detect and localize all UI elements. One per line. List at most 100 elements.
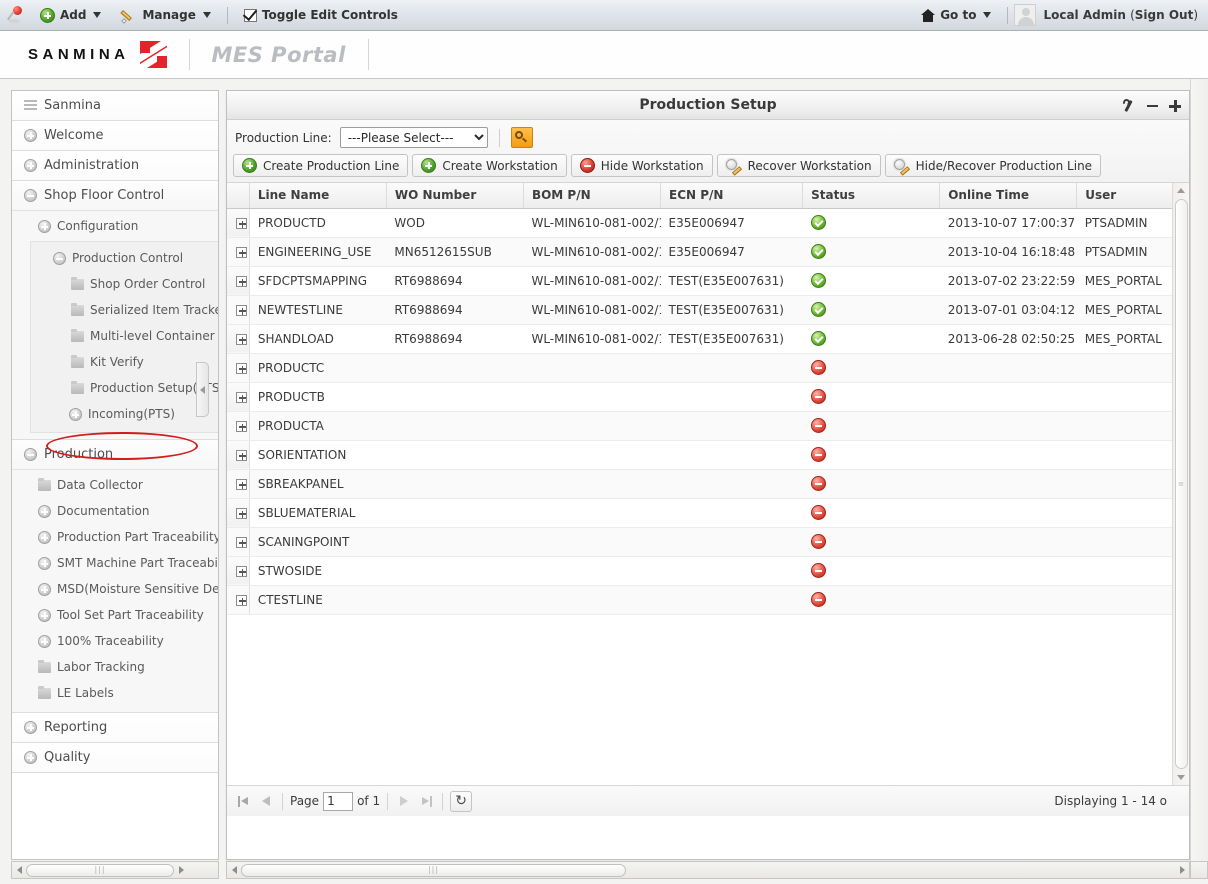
table-row[interactable]: STWOSIDE <box>227 556 1189 586</box>
prev-page-button[interactable] <box>257 792 275 810</box>
production-line-select[interactable]: ---Please Select--- <box>339 127 488 148</box>
goto-menu[interactable]: Go to <box>911 0 1001 30</box>
column-header-wo-number[interactable]: WO Number <box>386 183 524 209</box>
table-row[interactable]: PRODUCTB <box>227 382 1189 412</box>
create-production-line-button[interactable]: Create Production Line <box>233 154 409 177</box>
expand-plus-icon[interactable] <box>236 333 248 345</box>
table-row[interactable]: NEWTESTLINE RT6988694 WL-MIN610-081-002/12… <box>227 295 1189 325</box>
table-row[interactable]: PRODUCTC <box>227 353 1189 383</box>
hide-recover-production-line-button[interactable]: Hide/Recover Production Line <box>884 154 1102 177</box>
sidebar-group-sanmina[interactable]: Sanmina <box>12 91 218 121</box>
sidebar-group-reporting[interactable]: Reporting <box>12 713 218 743</box>
sidebar-item-documentation[interactable]: Documentation <box>12 498 218 524</box>
sidebar-item-incoming-pts[interactable]: Incoming(PTS) <box>31 401 218 427</box>
column-header-ecn-pn[interactable]: ECN P/N <box>660 183 804 209</box>
sidebar-item-smt-machine-part-traceability[interactable]: SMT Machine Part Traceabili <box>12 550 218 576</box>
table-row[interactable]: SHANDLOAD RT6988694 WL-MIN610-081-002/12 TE… <box>227 324 1189 354</box>
column-header-online-time[interactable]: Online Time <box>939 183 1078 209</box>
create-workstation-button[interactable]: Create Workstation <box>412 154 567 177</box>
row-expander-cell[interactable] <box>227 266 250 296</box>
sidebar-item-kit-verify[interactable]: Kit Verify <box>31 349 218 375</box>
expand-plus-icon[interactable] <box>236 478 248 490</box>
expand-plus-icon[interactable] <box>236 217 248 229</box>
scrollbar-thumb[interactable]: ||| <box>26 863 174 877</box>
sidebar-item-production-part-traceability[interactable]: Production Part Traceability <box>12 524 218 550</box>
sidebar-group-shop-floor-control[interactable]: Shop Floor Control Configuration Product… <box>12 181 218 440</box>
table-row[interactable]: SBLUEMATERIAL <box>227 498 1189 528</box>
sidebar-group-production[interactable]: Production Data Collector Documentation … <box>12 440 218 713</box>
sidebar-item-le-labels[interactable]: LE Labels <box>12 680 218 706</box>
sidebar-collapse-toggle[interactable] <box>196 362 209 417</box>
page-vertical-scrollbar[interactable] <box>1190 79 1208 861</box>
sidebar-item-multi-level-container-pack[interactable]: Multi-level Container Pack/ <box>31 323 218 349</box>
toggle-edit-controls[interactable]: Toggle Edit Controls <box>234 0 408 30</box>
row-expander-cell[interactable] <box>227 527 250 557</box>
sidebar-item-shop-order-control[interactable]: Shop Order Control <box>31 271 218 297</box>
grid-vertical-scrollbar[interactable]: ≡ <box>1172 183 1189 785</box>
sidebar-item-100-traceability[interactable]: 100% Traceability <box>12 628 218 654</box>
sidebar-item-tool-set-part-traceability[interactable]: Tool Set Part Traceability <box>12 602 218 628</box>
expand-plus-icon[interactable] <box>236 246 248 258</box>
page-number-input[interactable] <box>323 791 354 811</box>
minimize-icon[interactable] <box>1147 104 1158 107</box>
scroll-right-arrow-icon[interactable] <box>174 866 188 874</box>
table-row[interactable]: CTESTLINE <box>227 585 1189 615</box>
expand-plus-icon[interactable] <box>236 565 248 577</box>
expand-plus-icon[interactable] <box>236 536 248 548</box>
expand-plus-icon[interactable] <box>236 391 248 403</box>
sidebar-item-serialized-item-tracker[interactable]: Serialized Item Tracker <box>31 297 218 323</box>
sign-out-link[interactable]: Sign Out <box>1135 8 1194 22</box>
table-row[interactable]: SCANINGPOINT <box>227 527 1189 557</box>
last-page-button[interactable] <box>417 792 435 810</box>
row-expander-cell[interactable] <box>227 556 250 586</box>
scroll-up-arrow-icon[interactable] <box>1174 183 1189 198</box>
row-expander-cell[interactable] <box>227 411 250 441</box>
sidebar-item-production-control[interactable]: Production Control <box>31 245 218 271</box>
row-expander-cell[interactable] <box>227 498 250 528</box>
expand-plus-icon[interactable] <box>236 507 248 519</box>
sidebar-group-quality[interactable]: Quality <box>12 743 218 773</box>
expand-plus-icon[interactable] <box>236 362 248 374</box>
expand-plus-icon[interactable] <box>236 304 248 316</box>
refresh-button[interactable]: ↻ <box>450 790 473 812</box>
scroll-down-arrow-icon[interactable] <box>1174 770 1189 785</box>
sidebar-group-administration[interactable]: Administration <box>12 151 218 181</box>
row-expander-cell[interactable] <box>227 469 250 499</box>
expand-plus-icon[interactable] <box>236 420 248 432</box>
scroll-left-arrow-icon[interactable] <box>12 866 26 874</box>
panel-horizontal-scrollbar[interactable]: ||| <box>226 861 1190 879</box>
recover-workstation-button[interactable]: Recover Workstation <box>716 154 881 177</box>
sidebar-item-configuration[interactable]: Configuration <box>12 213 218 239</box>
row-expander-cell[interactable] <box>227 440 250 470</box>
sidebar-item-production-setup-pts[interactable]: Production Setup(PTS) <box>31 375 218 401</box>
expand-plus-icon[interactable] <box>236 594 248 606</box>
row-expander-cell[interactable] <box>227 295 250 325</box>
first-page-button[interactable] <box>235 792 253 810</box>
row-expander-cell[interactable] <box>227 382 250 412</box>
row-expander-cell[interactable] <box>227 353 250 383</box>
scrollbar-thumb[interactable]: ≡ <box>1174 199 1188 769</box>
expand-plus-icon[interactable] <box>236 275 248 287</box>
sidebar-group-welcome[interactable]: Welcome <box>12 121 218 151</box>
sidebar-horizontal-scrollbar[interactable]: ||| <box>11 861 219 879</box>
table-row[interactable]: SBREAKPANEL <box>227 469 1189 499</box>
row-expander-cell[interactable] <box>227 585 250 615</box>
wrench-icon[interactable] <box>1122 97 1136 113</box>
row-expander-cell[interactable] <box>227 237 250 267</box>
sidebar-item-msd[interactable]: MSD(Moisture Sensitive Devi <box>12 576 218 602</box>
table-row[interactable]: ENGINEERING_USE MN6512615SUB WL-MIN610-081… <box>227 237 1189 267</box>
row-expander-cell[interactable] <box>227 324 250 354</box>
scrollbar-thumb[interactable]: ||| <box>241 863 626 877</box>
table-row[interactable]: SORIENTATION <box>227 440 1189 470</box>
table-row[interactable]: PRODUCTD WOD WL-MIN610-081-002/11 E35E00694… <box>227 208 1189 238</box>
maximize-icon[interactable] <box>1169 99 1181 112</box>
add-menu[interactable]: Add <box>30 0 111 30</box>
expand-plus-icon[interactable] <box>236 449 248 461</box>
checked-checkbox-icon[interactable] <box>243 8 257 22</box>
column-header-status[interactable]: Status <box>802 183 941 209</box>
next-page-button[interactable] <box>395 792 413 810</box>
column-header-line-name[interactable]: Line Name <box>249 183 387 209</box>
sidebar-item-data-collector[interactable]: Data Collector <box>12 472 218 498</box>
table-row[interactable]: SFDCPTSMAPPING RT6988694 WL-MIN610-081-002… <box>227 266 1189 296</box>
column-header-bom-pn[interactable]: BOM P/N <box>523 183 662 209</box>
